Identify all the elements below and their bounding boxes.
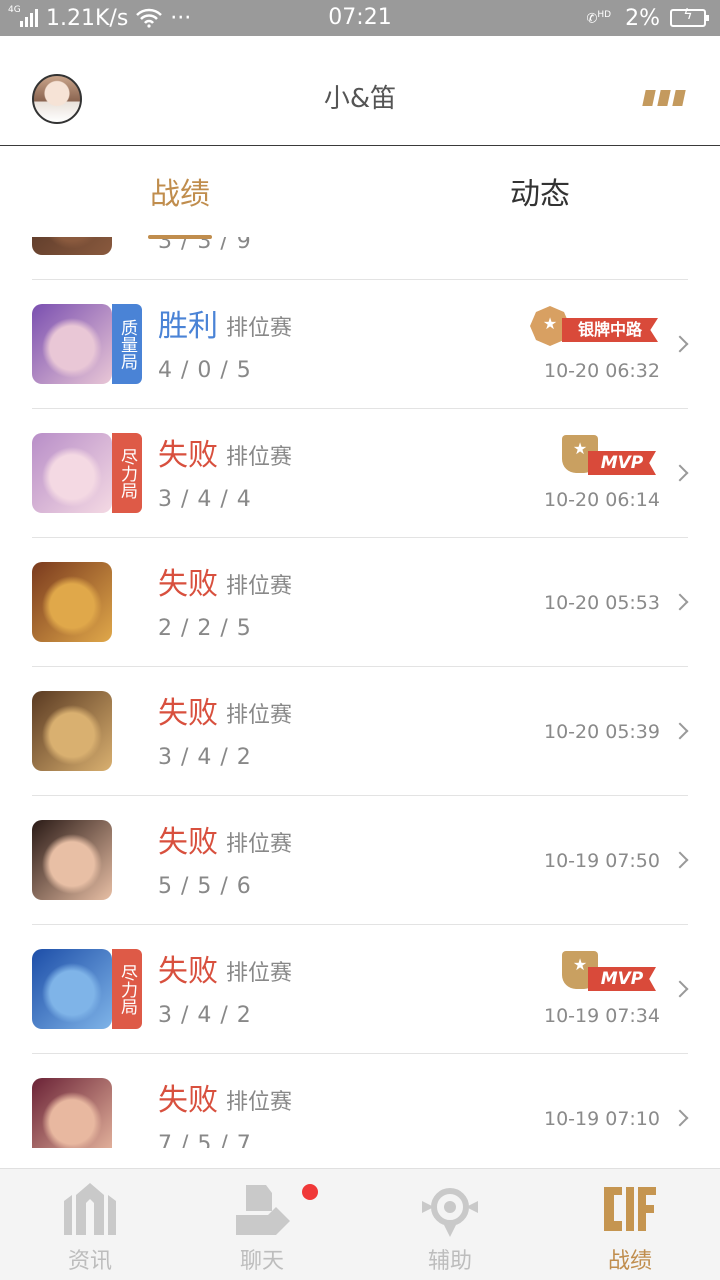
match-time: 10-20 05:39 [543,721,660,743]
match-row[interactable]: 失败 排位赛 2 / 2 / 5 10-20 05:53 [0,538,720,667]
page-title: 小&笛 [323,84,397,114]
notification-dot [302,1184,318,1200]
tab-bar: 战绩 动态 [0,147,720,239]
match-time: 10-20 06:32 [543,360,660,382]
match-list[interactable]: 3 / 3 / 9 质量局 胜利 排位赛 4 / 0 / 5 银牌中路 10-2… [0,237,720,1148]
chevron-right-icon [671,1109,689,1127]
match-time: 10-19 07:10 [543,1108,660,1130]
match-row[interactable]: 失败 排位赛 7 / 5 / 7 10-19 07:10 [0,1054,720,1148]
kda-text: 3 / 4 / 2 [158,745,252,770]
kda-text: 3 / 3 / 9 [158,237,252,254]
hero-portrait [32,1078,112,1148]
battery-icon: ϟ [670,7,709,27]
battery-percent: 2% [625,5,660,31]
hero-portrait [32,237,112,255]
hero-portrait [32,691,112,771]
match-row[interactable]: 3 / 3 / 9 [0,237,720,280]
quality-tag: 质量局 [112,304,142,384]
nav-records[interactable]: 战绩 [540,1169,720,1280]
chevron-right-icon [671,851,689,869]
tab-indicator [148,235,212,239]
kda-text: 7 / 5 / 7 [158,1132,252,1148]
hero-portrait [32,949,112,1029]
match-mode: 排位赛 [226,316,293,341]
match-time: 10-19 07:50 [543,850,660,872]
match-result: 失败 [158,825,218,860]
mvp-badge: MVP [562,951,658,993]
tab-moments[interactable]: 动态 [360,175,720,215]
match-mode: 排位赛 [226,703,293,728]
chevron-right-icon [671,722,689,740]
kda-text: 5 / 5 / 6 [158,874,252,899]
nav-chat[interactable]: 聊天 [172,1169,352,1280]
match-mode: 排位赛 [226,832,293,857]
match-row[interactable]: 失败 排位赛 5 / 5 / 6 10-19 07:50 [0,796,720,925]
hd-call-icon: ✆HD [586,9,612,27]
chevron-right-icon [671,980,689,998]
chat-icon [236,1185,290,1235]
match-row[interactable]: 失败 排位赛 3 / 4 / 2 10-20 05:39 [0,667,720,796]
mvp-badge: MVP [562,435,658,477]
nav-assist[interactable]: 辅助 [360,1169,540,1280]
match-result: 失败 [158,1083,218,1118]
chevron-right-icon [671,335,689,353]
match-result: 失败 [158,696,218,731]
match-time: 10-19 07:34 [543,1005,660,1027]
lane-badge: 银牌中路 [526,306,660,350]
hero-portrait [32,304,112,384]
match-time: 10-20 06:14 [543,489,660,511]
nav-news[interactable]: 资讯 [0,1169,180,1280]
hero-portrait [32,562,112,642]
kda-text: 4 / 0 / 5 [158,358,252,383]
app-header: 小&笛 [0,36,720,146]
match-result: 失败 [158,438,218,473]
chevron-right-icon [671,593,689,611]
kda-text: 3 / 4 / 2 [158,1003,252,1028]
match-mode: 排位赛 [226,1090,293,1115]
tab-records[interactable]: 战绩 [0,175,360,215]
kda-text: 3 / 4 / 4 [158,487,252,512]
hero-portrait [32,820,112,900]
match-result: 胜利 [158,309,218,344]
match-result: 失败 [158,954,218,989]
chevron-right-icon [671,464,689,482]
menu-icon[interactable] [642,90,686,106]
record-icon [604,1187,656,1231]
bottom-nav: 资讯 聊天 辅助 战绩 [0,1168,720,1280]
match-row[interactable]: 质量局 胜利 排位赛 4 / 0 / 5 银牌中路 10-20 06:32 [0,280,720,409]
match-mode: 排位赛 [226,574,293,599]
effort-tag: 尽力局 [112,949,142,1029]
status-bar: 4G 1.21K/s ··· 07:21 ✆HD 2% ϟ [0,0,720,36]
news-icon [64,1183,116,1235]
kda-text: 2 / 2 / 5 [158,616,252,641]
match-mode: 排位赛 [226,961,293,986]
match-row[interactable]: 尽力局 失败 排位赛 3 / 4 / 2 MVP 10-19 07:34 [0,925,720,1054]
match-result: 失败 [158,567,218,602]
match-mode: 排位赛 [226,445,293,470]
assist-icon [422,1188,478,1237]
match-time: 10-20 05:53 [543,592,660,614]
hero-portrait [32,433,112,513]
match-row[interactable]: 尽力局 失败 排位赛 3 / 4 / 4 MVP 10-20 06:14 [0,409,720,538]
effort-tag: 尽力局 [112,433,142,513]
